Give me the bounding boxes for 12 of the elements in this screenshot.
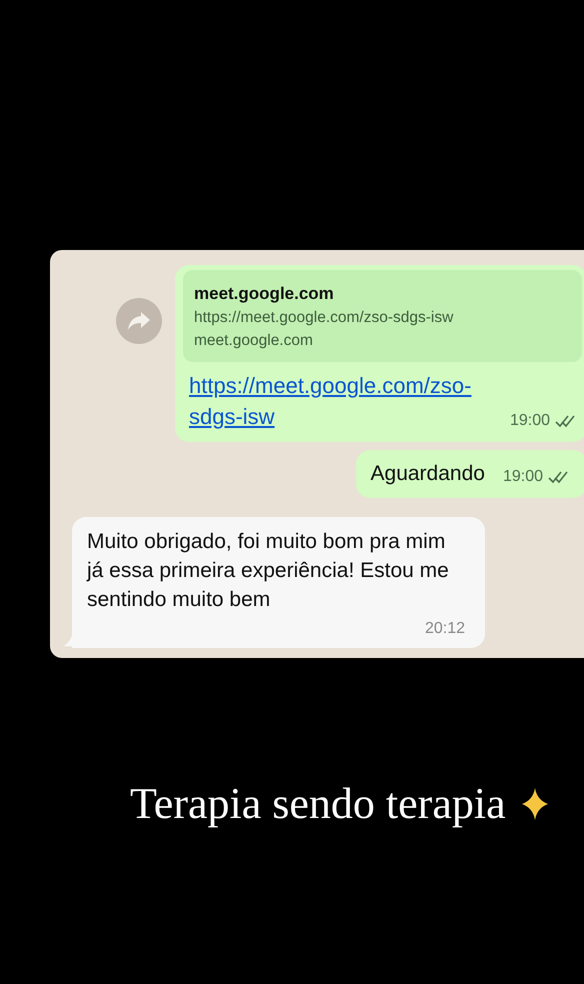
message-time: 19:00 — [502, 468, 543, 486]
message-time: 20:12 — [424, 620, 465, 638]
preview-url: https://meet.google.com/zso-sdgs-isw — [194, 309, 454, 327]
message-time: 19:00 — [510, 412, 550, 430]
message-text: Muito obrigado, foi muito bom pra mim já essa primeira experiência! Estou me sentindo muito bem — [87, 529, 450, 613]
message-text: Aguardando — [370, 461, 485, 487]
preview-domain: meet.google.com — [194, 332, 314, 350]
link-preview[interactable]: meet.google.com https://meet.google.com/zso-sdgs-isw meet.google.com — [183, 270, 582, 362]
message-link[interactable]: https://meet.google.com/zso-sdgs-isw — [189, 370, 510, 432]
forward-icon[interactable] — [116, 298, 162, 344]
story-caption: Terapia sendo terapia — [130, 778, 506, 829]
preview-title: meet.google.com — [194, 284, 335, 304]
